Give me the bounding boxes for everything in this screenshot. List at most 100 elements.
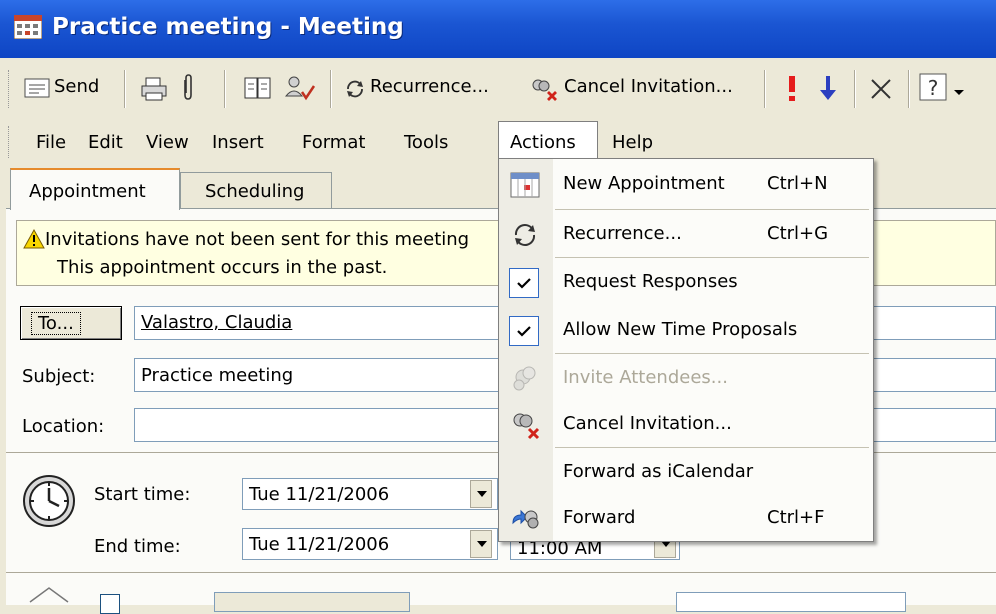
- menu-item-shortcut: Ctrl+F: [767, 507, 825, 528]
- menubar-grip[interactable]: [8, 126, 12, 158]
- start-date-value: Tue 11/21/2006: [249, 484, 390, 505]
- menu-file[interactable]: File: [36, 132, 66, 153]
- menu-item-label: Allow New Time Proposals: [563, 319, 798, 340]
- checkmark-icon: [517, 326, 531, 337]
- toolbar-options-icon[interactable]: [952, 86, 966, 96]
- address-book-icon[interactable]: [244, 76, 272, 100]
- checkmark-icon: [517, 278, 531, 289]
- menu-item-label: Forward as iCalendar: [563, 461, 754, 482]
- menu-actions[interactable]: Actions: [510, 132, 576, 153]
- window-title: Practice meeting - Meeting: [52, 14, 404, 40]
- menu-item-shortcut: Ctrl+G: [767, 223, 829, 244]
- toolbar-separator: [330, 70, 332, 108]
- menu-item-forward[interactable]: Forward Ctrl+F: [499, 495, 873, 543]
- delete-icon[interactable]: [868, 76, 894, 102]
- checked-box: [509, 268, 539, 298]
- cancel-invitation-label: Cancel Invitation...: [564, 76, 733, 97]
- end-time-label: End time:: [94, 536, 181, 557]
- to-button-label: To...: [31, 312, 81, 335]
- menu-item-allow-new-time-proposals[interactable]: Allow New Time Proposals: [499, 307, 873, 355]
- menu-help[interactable]: Help: [612, 132, 653, 153]
- send-icon: [24, 78, 50, 98]
- menu-format[interactable]: Format: [302, 132, 365, 153]
- toolbar-separator: [124, 70, 126, 108]
- invite-attendees-icon: [513, 366, 536, 391]
- start-date-dropdown[interactable]: [470, 480, 492, 508]
- clock-icon: [23, 475, 75, 527]
- start-date-field[interactable]: Tue 11/21/2006: [242, 478, 498, 510]
- chevron-down-icon: [477, 541, 487, 547]
- importance-high-icon[interactable]: [784, 74, 800, 102]
- divider: [6, 572, 996, 573]
- menu-separator: [555, 257, 869, 258]
- menu-item-forward-as-icalendar[interactable]: Forward as iCalendar: [499, 449, 873, 497]
- subject-value: Practice meeting: [141, 365, 294, 386]
- to-button[interactable]: To...: [20, 306, 122, 340]
- importance-low-icon[interactable]: [818, 74, 838, 102]
- reminder-icon: [29, 587, 69, 603]
- paperclip-icon[interactable]: [180, 74, 196, 102]
- info-past-appointment: This appointment occurs in the past.: [57, 257, 388, 278]
- menu-insert[interactable]: Insert: [212, 132, 264, 153]
- tab-appointment-label: Appointment: [29, 181, 146, 202]
- toolbar-grip[interactable]: [8, 70, 12, 108]
- menu-edit[interactable]: Edit: [88, 132, 123, 153]
- show-time-as-dropdown[interactable]: [676, 592, 906, 612]
- recurrence-icon: [514, 224, 536, 246]
- new-appointment-icon: [510, 172, 540, 198]
- check-names-icon[interactable]: [284, 74, 316, 102]
- menu-tools[interactable]: Tools: [404, 132, 448, 153]
- menu-item-label: Recurrence...: [563, 223, 682, 244]
- menu-item-new-appointment[interactable]: New Appointment Ctrl+N: [499, 161, 873, 209]
- recurrence-icon: [347, 80, 363, 98]
- cancel-invitation-icon: [532, 79, 557, 101]
- menu-item-label: Forward: [563, 507, 636, 528]
- menu-item-label: Invite Attendees...: [563, 367, 728, 388]
- reminder-checkbox[interactable]: [100, 594, 120, 614]
- menu-item-label: New Appointment: [563, 173, 725, 194]
- menu-separator: [555, 447, 869, 448]
- toolbar-separator: [224, 70, 226, 108]
- end-date-value: Tue 11/21/2006: [249, 534, 390, 555]
- recurrence-button[interactable]: Recurrence...: [340, 72, 520, 104]
- reminder-dropdown[interactable]: [214, 592, 410, 612]
- menu-item-recurrence[interactable]: Recurrence... Ctrl+G: [499, 211, 873, 259]
- forward-icon: [512, 509, 539, 529]
- menu-separator: [555, 353, 869, 354]
- toolbar-separator: [764, 70, 766, 108]
- tab-scheduling-label: Scheduling: [205, 181, 305, 202]
- menu-item-request-responses[interactable]: Request Responses: [499, 259, 873, 307]
- end-date-field[interactable]: Tue 11/21/2006: [242, 528, 498, 560]
- start-time-label: Start time:: [94, 484, 191, 505]
- title-bar[interactable]: Practice meeting - Meeting: [0, 0, 996, 58]
- actions-menu-dropdown: New Appointment Ctrl+N Recurrence... Ctr…: [498, 158, 874, 542]
- tab-appointment[interactable]: Appointment: [10, 168, 180, 210]
- cancel-invitation-button[interactable]: Cancel Invitation...: [526, 72, 756, 104]
- recurrence-label: Recurrence...: [370, 76, 489, 97]
- help-icon[interactable]: ?: [918, 72, 948, 102]
- info-invitations-not-sent: Invitations have not been sent for this …: [45, 229, 470, 250]
- meeting-app-icon: [14, 15, 42, 39]
- menu-item-shortcut: Ctrl+N: [767, 173, 828, 194]
- menu-view[interactable]: View: [146, 132, 189, 153]
- toolbar-separator: [854, 70, 856, 108]
- cancel-invitation-icon: [513, 413, 540, 440]
- to-recipient[interactable]: Valastro, Claudia: [141, 312, 292, 333]
- send-label: Send: [54, 76, 100, 97]
- end-date-dropdown[interactable]: [470, 530, 492, 558]
- send-button[interactable]: Send: [18, 72, 122, 104]
- chevron-down-icon: [477, 491, 487, 497]
- print-icon[interactable]: [140, 76, 168, 102]
- toolbar-separator: [908, 70, 910, 108]
- svg-text:?: ?: [928, 76, 939, 100]
- menu-item-invite-attendees[interactable]: Invite Attendees...: [499, 355, 873, 403]
- tab-scheduling[interactable]: Scheduling: [180, 172, 332, 208]
- menu-item-cancel-invitation[interactable]: Cancel Invitation...: [499, 401, 873, 449]
- subject-label: Subject:: [22, 366, 96, 387]
- location-label: Location:: [22, 416, 105, 437]
- checked-box: [509, 316, 539, 346]
- warning-icon: [23, 229, 45, 249]
- menu-item-label: Request Responses: [563, 271, 738, 292]
- menu-separator: [555, 209, 869, 210]
- menu-item-label: Cancel Invitation...: [563, 413, 732, 434]
